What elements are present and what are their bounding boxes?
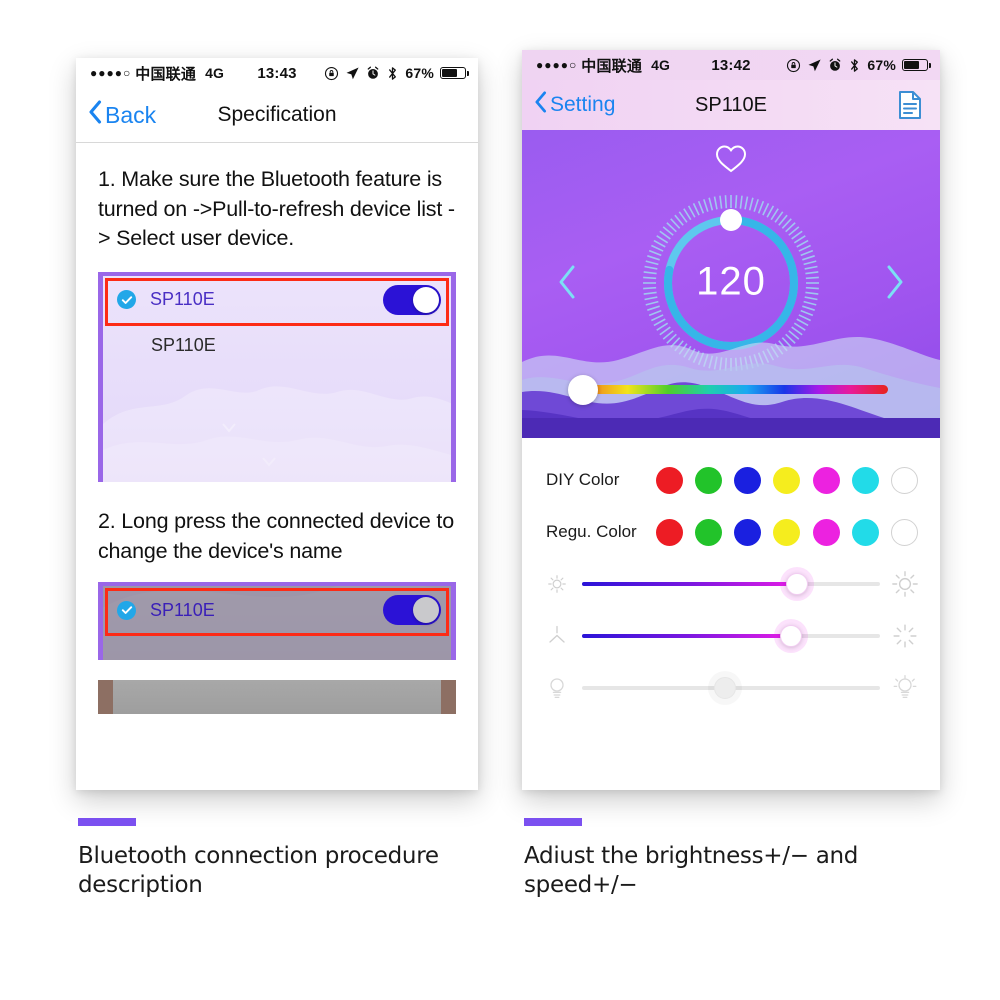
bulb-bright-icon (888, 674, 922, 702)
battery-icon-2 (902, 59, 931, 71)
brightness-slider-row (522, 558, 940, 610)
right-navbar: Setting SP110E (522, 80, 940, 130)
left-status-bar: ●●●●○ 中国联通 4G 13:43 67% (76, 58, 478, 88)
left-caption: Bluetooth connection procedure descripti… (78, 818, 488, 901)
battery-icon (440, 67, 469, 79)
device-list-panel-1: SP110E SP110E (98, 271, 456, 482)
alarm-clock-icon (366, 66, 380, 80)
device-list-panel-2: SP110E (98, 582, 456, 661)
setting-back-label: Setting (550, 93, 616, 116)
swatch-blue[interactable] (734, 466, 762, 494)
battery-percent-label-2: 67% (867, 57, 896, 73)
back-button[interactable]: Back (76, 100, 156, 130)
carrier-label: 中国联通 (135, 65, 197, 83)
heart-outline-icon[interactable] (715, 144, 747, 179)
right-caption: Adiust the brightness+/− and speed+/− (524, 818, 934, 901)
swatch-red-2[interactable] (656, 518, 683, 546)
brightness-slider[interactable] (582, 573, 880, 595)
bulb-dim-icon (540, 675, 574, 701)
bulb-slider-row (522, 662, 940, 714)
left-navbar: Back Specification (76, 88, 478, 143)
alarm-clock-icon-2 (828, 58, 842, 72)
rotation-lock-icon-2 (786, 58, 801, 73)
battery-percent-label: 67% (405, 65, 434, 81)
document-icon[interactable] (898, 91, 922, 119)
swatch-magenta[interactable] (812, 466, 840, 494)
left-caption-text: Bluetooth connection procedure descripti… (78, 843, 439, 899)
status-icons-group: 67% (324, 65, 469, 81)
swatch-green-2[interactable] (695, 518, 723, 546)
device-name-label-2: SP110E (151, 335, 216, 356)
swatch-white-2[interactable] (890, 518, 918, 546)
chevron-left-icon (88, 100, 102, 130)
prev-effect-button[interactable] (556, 264, 578, 305)
caption-accent-bar (78, 818, 136, 826)
right-status-bar: ●●●●○ 中国联通 4G 13:42 67% (522, 50, 940, 80)
hue-slider-thumb[interactable] (568, 375, 598, 405)
step-2-text: 2. Long press the connected device to ch… (98, 508, 454, 563)
carrier-label-2: 中国联通 (581, 57, 643, 75)
regu-color-swatches (656, 518, 918, 546)
control-panel: DIY Color Regu. Color (522, 438, 940, 790)
swatch-blue-2[interactable] (734, 518, 762, 546)
color-hue-slider[interactable] (574, 385, 888, 394)
bulb-slider[interactable] (582, 677, 880, 699)
setting-back-button[interactable]: Setting (522, 91, 615, 119)
diy-color-label: DIY Color (546, 470, 620, 489)
right-phone-screenshot: ●●●●○ 中国联通 4G 13:42 67% Setting SP110E 1… (522, 50, 940, 790)
dial-value: 120 (696, 259, 766, 304)
device-name-label: SP110E (150, 289, 215, 310)
bluetooth-icon (386, 66, 399, 81)
status-icons-group-2: 67% (786, 57, 931, 73)
effect-dial-area: 120 (522, 130, 940, 438)
signal-dots-icon: ●●●●○ (90, 66, 132, 80)
sun-large-icon (888, 570, 922, 598)
right-caption-text: Adiust the brightness+/− and speed+/− (524, 843, 859, 899)
chevron-left-icon-2 (534, 91, 547, 119)
check-circle-icon (117, 290, 136, 310)
location-arrow-icon-2 (807, 58, 822, 73)
network-type-label-2: 4G (651, 57, 671, 73)
regu-color-row: Regu. Color (522, 506, 940, 558)
device-row-second[interactable]: SP110E (103, 324, 451, 368)
location-arrow-icon (345, 66, 360, 81)
diy-color-swatches (656, 466, 918, 494)
sun-small-icon (540, 573, 574, 595)
speed-slider[interactable] (582, 625, 880, 647)
partial-bottom-row (98, 680, 456, 715)
swatch-red[interactable] (656, 466, 683, 494)
caption-accent-bar-2 (524, 818, 582, 826)
left-phone-screenshot: ●●●●○ 中国联通 4G 13:43 67% Back Specificati… (76, 58, 478, 790)
signal-dots-icon-2: ●●●●○ (536, 58, 578, 72)
device-toggle[interactable] (383, 284, 441, 315)
network-type-label: 4G (205, 65, 225, 81)
regu-color-label: Regu. Color (546, 522, 637, 541)
back-button-label: Back (105, 101, 157, 128)
device-toggle-2[interactable] (383, 595, 441, 626)
speed-slider-row (522, 610, 940, 662)
screenshot-stage: ●●●●○ 中国联通 4G 13:43 67% Back Specificati… (0, 0, 1000, 1000)
swatch-yellow-2[interactable] (773, 518, 801, 546)
device-row-long-press[interactable]: SP110E (103, 586, 451, 637)
diy-color-row: DIY Color (522, 454, 940, 506)
rotation-lock-icon (324, 66, 339, 81)
swatch-magenta-2[interactable] (812, 518, 840, 546)
swatch-green[interactable] (695, 466, 723, 494)
swatch-cyan-2[interactable] (851, 518, 879, 546)
swatch-cyan[interactable] (851, 466, 879, 494)
speed-slow-icon (540, 624, 574, 648)
bluetooth-icon-2 (848, 58, 861, 73)
step-1-text: 1. Make sure the Bluetooth feature is tu… (98, 167, 455, 251)
device-row-selected[interactable]: SP110E (103, 276, 451, 326)
check-circle-icon-2 (117, 600, 136, 620)
device-name-label-3: SP110E (150, 599, 215, 620)
swatch-white[interactable] (890, 466, 918, 494)
next-effect-button[interactable] (884, 264, 906, 305)
left-content: 1. Make sure the Bluetooth feature is tu… (76, 165, 478, 790)
swatch-yellow[interactable] (773, 466, 801, 494)
speed-fast-icon (888, 623, 922, 649)
